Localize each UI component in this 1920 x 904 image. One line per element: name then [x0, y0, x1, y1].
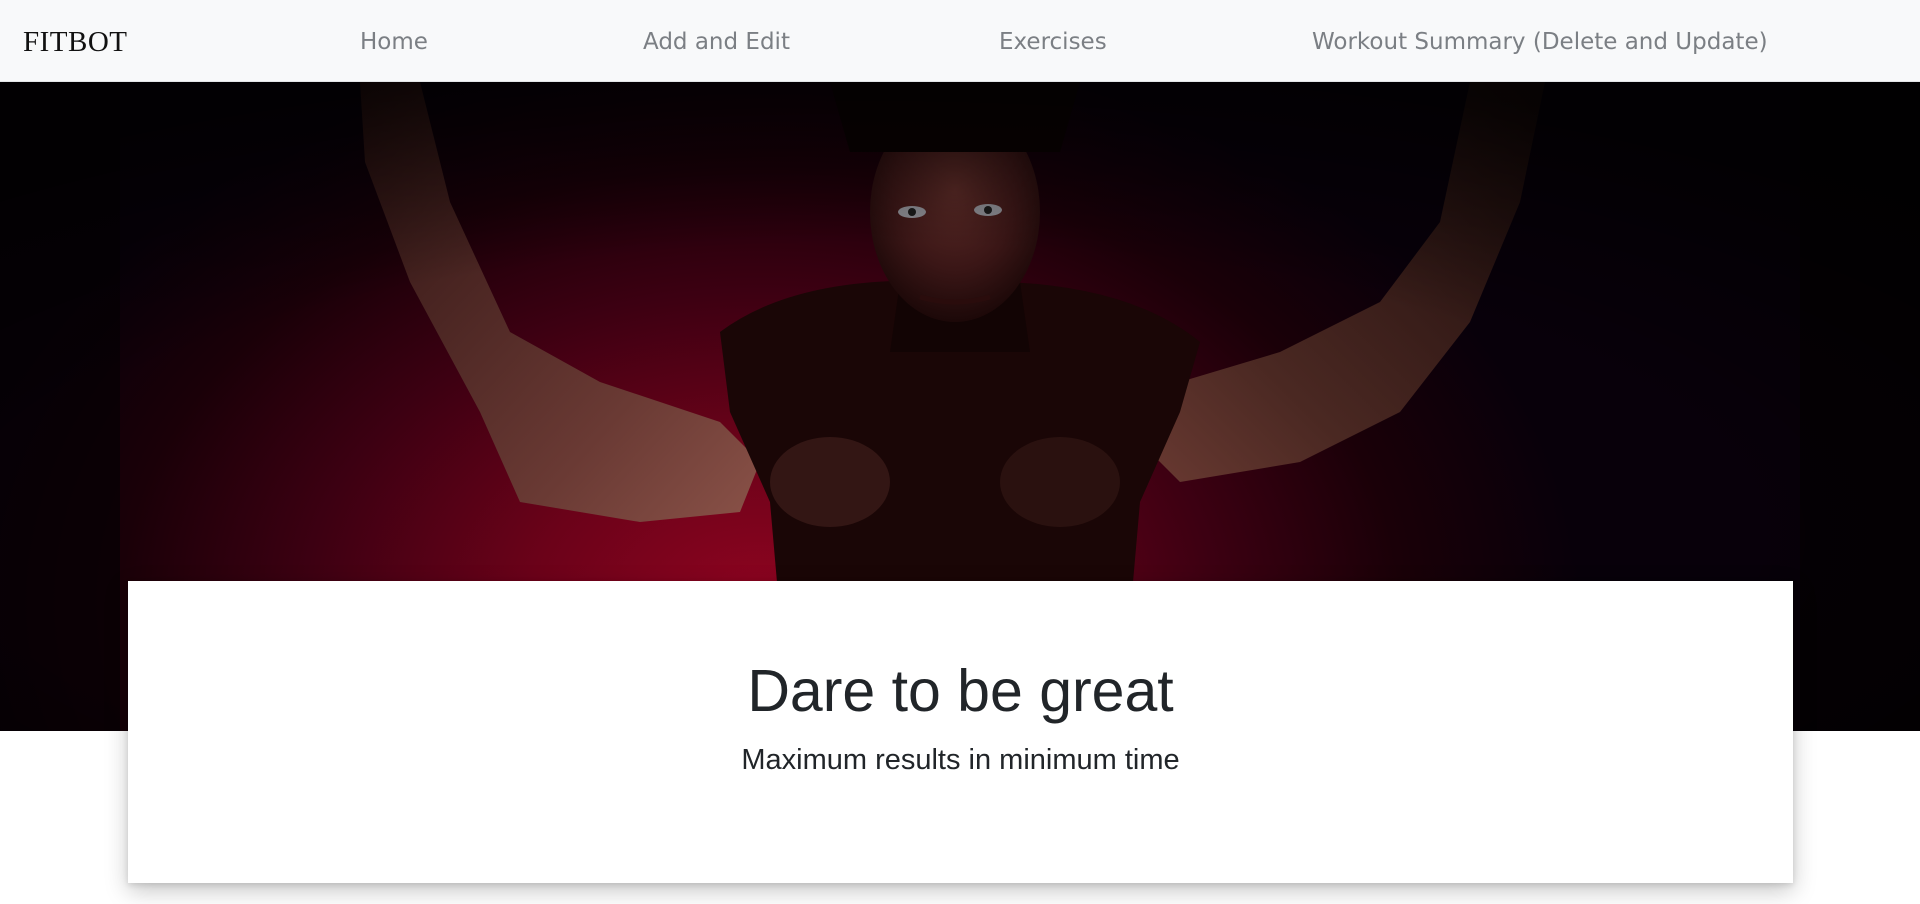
hero-subtitle: Maximum results in minimum time	[741, 744, 1180, 776]
brand-logo[interactable]: FITBOT	[23, 22, 128, 62]
nav-link-add-and-edit[interactable]: Add and Edit	[643, 26, 790, 58]
nav-link-workout-summary[interactable]: Workout Summary (Delete and Update)	[1312, 26, 1768, 58]
hero-card: Dare to be great Maximum results in mini…	[128, 581, 1793, 883]
nav-link-exercises[interactable]: Exercises	[999, 26, 1107, 58]
nav-link-home[interactable]: Home	[360, 26, 428, 58]
top-navbar: FITBOT Home Add and Edit Exercises Worko…	[0, 0, 1920, 82]
hero-title: Dare to be great	[747, 658, 1174, 724]
